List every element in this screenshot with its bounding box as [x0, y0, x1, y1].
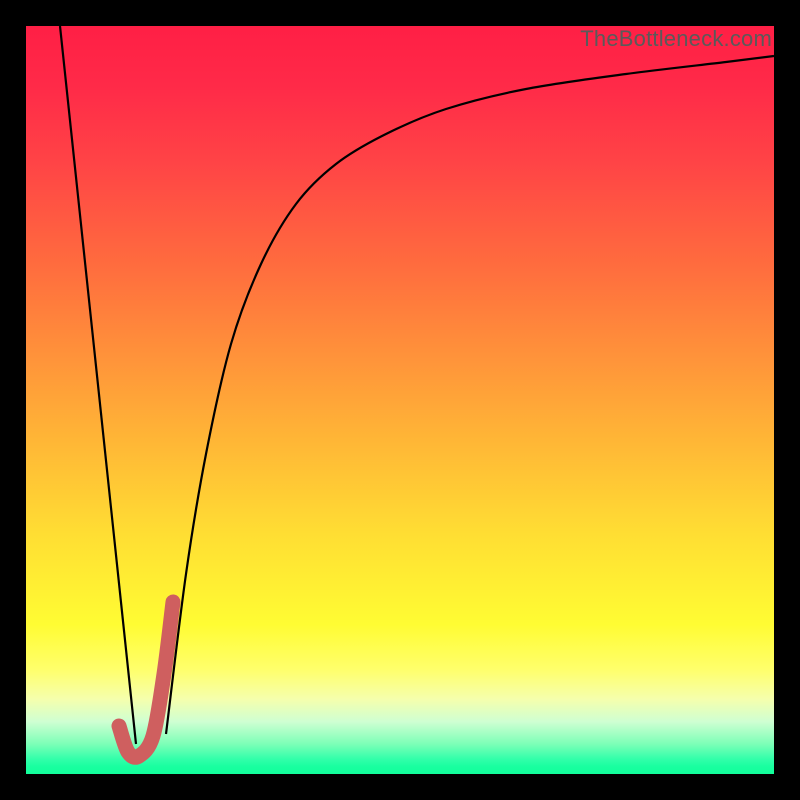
curves-layer [26, 26, 774, 774]
plot-area: TheBottleneck.com [26, 26, 774, 774]
series-right-curve [166, 56, 774, 734]
chart-frame: TheBottleneck.com [0, 0, 800, 800]
series-left-descent [60, 26, 136, 744]
watermark-text: TheBottleneck.com [580, 26, 772, 52]
series-hook-accent [119, 602, 173, 757]
